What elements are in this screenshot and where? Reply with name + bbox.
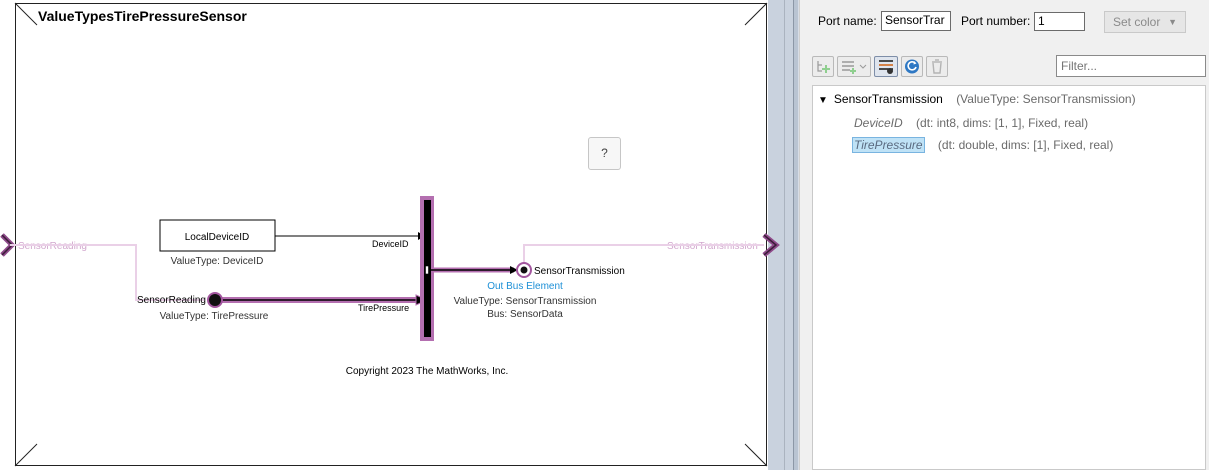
local-device-id-value-type: ValueType: DeviceID xyxy=(171,256,264,267)
bus-creator-port-marker xyxy=(425,265,429,275)
sensor-transmission-bus: Bus: SensorData xyxy=(487,309,563,320)
port-number-label: Port number: xyxy=(961,14,1031,28)
sensor-reading-label: SensorReading xyxy=(137,295,206,306)
device-id-signal-label: DeviceID xyxy=(372,239,409,249)
copyright-text: Copyright 2023 The MathWorks, Inc. xyxy=(346,366,509,377)
delete-icon xyxy=(932,59,942,74)
block-diagram: SensorReading SensorTransmission LocalDe… xyxy=(0,2,780,467)
bus-editor-button[interactable] xyxy=(874,56,898,77)
tree-child-row-selected[interactable]: TirePressure (dt: double, dims: [1], Fix… xyxy=(852,137,1114,153)
right-port-label: SensorTransmission xyxy=(667,241,758,252)
tree-child-name: DeviceID xyxy=(854,116,903,130)
set-color-button[interactable]: Set color ▼ xyxy=(1104,11,1186,33)
left-port-label: SensorReading xyxy=(18,241,87,252)
set-color-label: Set color xyxy=(1113,15,1161,29)
tree-child-meta: (dt: int8, dims: [1, 1], Fixed, real) xyxy=(916,116,1089,130)
out-bus-element-label[interactable]: Out Bus Element xyxy=(487,281,563,292)
tree-child-name-selected: TirePressure xyxy=(852,137,925,153)
tree-root-row[interactable]: ▼ SensorTransmission (ValueType: SensorTr… xyxy=(818,92,1136,106)
filter-input[interactable] xyxy=(1056,55,1206,77)
refresh-icon xyxy=(905,59,919,74)
chevron-down-icon: ▼ xyxy=(1168,17,1177,27)
add-element-icon xyxy=(817,61,830,73)
expand-triangle-icon[interactable]: ▼ xyxy=(818,95,828,106)
tree-child-meta: (dt: double, dims: [1], Fixed, real) xyxy=(937,138,1114,152)
help-button[interactable]: ? xyxy=(588,137,621,170)
sensor-transmission-value-type: ValueType: SensorTransmission xyxy=(454,296,597,307)
right-output-port-icon[interactable] xyxy=(762,233,780,257)
bus-element-panel: Port name: SensorTrar Port number: 1 Set… xyxy=(799,0,1209,470)
tree-root-name: SensorTransmission xyxy=(833,92,943,106)
add-list-icon xyxy=(842,61,867,74)
sensor-reading-element[interactable] xyxy=(207,292,223,308)
port-name-label: Port name: xyxy=(818,14,877,28)
sensor-reading-value-type: ValueType: TirePressure xyxy=(160,311,269,322)
bus-editor-icon xyxy=(879,60,893,74)
tree-root-meta: (ValueType: SensorTransmission) xyxy=(956,92,1136,106)
port-number-input[interactable]: 1 xyxy=(1034,12,1085,31)
local-device-id-label: LocalDeviceID xyxy=(185,232,249,243)
refresh-button[interactable] xyxy=(901,56,923,77)
element-tree: ▼ SensorTransmission (ValueType: SensorTr… xyxy=(812,85,1206,470)
tree-child-row[interactable]: DeviceID (dt: int8, dims: [1, 1], Fixed,… xyxy=(854,116,1088,130)
frame-corner-marks xyxy=(14,2,768,467)
delete-button[interactable] xyxy=(926,56,948,77)
model-title: ValueTypesTirePressureSensor xyxy=(38,8,247,24)
input-port-signal-line xyxy=(10,244,205,301)
model-canvas[interactable]: SensorReading SensorTransmission LocalDe… xyxy=(0,0,793,470)
out-bus-element-dot xyxy=(520,266,528,274)
sensor-transmission-label: SensorTransmission xyxy=(534,266,625,277)
port-name-input[interactable]: SensorTrar xyxy=(881,11,951,31)
add-list-button[interactable] xyxy=(837,56,871,77)
tire-pressure-signal-label: TirePressure xyxy=(358,303,409,313)
add-element-button[interactable] xyxy=(812,56,834,77)
